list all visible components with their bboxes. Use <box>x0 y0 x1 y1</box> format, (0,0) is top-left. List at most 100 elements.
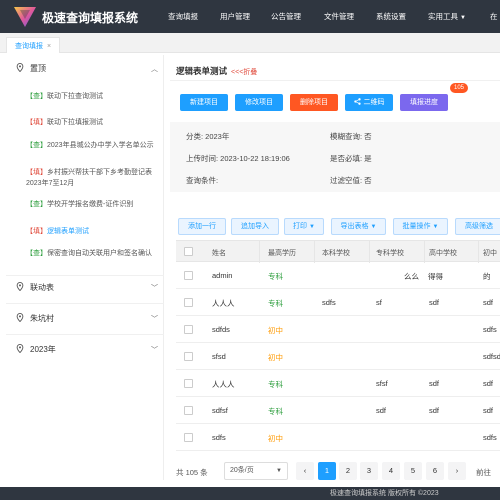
new-project-button[interactable]: 新建项目 <box>180 94 228 111</box>
cell-middleschool: sdfs <box>483 433 497 442</box>
sidebar-group-pinned[interactable]: 置顶 <box>16 63 46 74</box>
cell-undergrad: sdfs <box>322 298 336 307</box>
cell-middleschool: sdf <box>483 406 494 415</box>
column-header-degree[interactable]: 最高学历 <box>268 248 296 258</box>
print-button[interactable]: 打印 ▼ <box>284 218 324 235</box>
menu-system-settings[interactable]: 系统设置 <box>376 11 406 22</box>
menu-file-manage[interactable]: 文件管理 <box>324 11 354 22</box>
tab-label: 查询填报 <box>15 43 43 50</box>
page-button-1[interactable]: 1 <box>318 462 336 480</box>
tab-bar: 查询填报 × <box>0 33 500 53</box>
share-icon <box>353 98 361 105</box>
cell-middleschool: 的 <box>483 272 491 281</box>
column-header-undergrad[interactable]: 本科学校 <box>322 248 350 258</box>
cell-degree: 初中 <box>268 326 283 335</box>
location-pin-icon <box>16 63 24 72</box>
chevron-down-icon[interactable]: ﹀ <box>151 283 158 293</box>
select-all-checkbox[interactable] <box>184 247 193 256</box>
menu-announcement[interactable]: 公告管理 <box>271 11 301 22</box>
table-row[interactable]: sfsd 初中 sdfsd <box>176 343 500 370</box>
edit-project-button[interactable]: 修改项目 <box>235 94 283 111</box>
pagination-total: 共 105 条 <box>176 468 208 477</box>
divider <box>6 303 164 304</box>
cell-college: sfsf <box>376 379 388 388</box>
cell-highschool: sdf <box>429 406 440 415</box>
sidebar-item-linkage-query[interactable]: 【查】联动下拉查询测试 <box>26 91 158 102</box>
batch-operation-button[interactable]: 批量操作 ▼ <box>393 218 448 235</box>
column-header-name[interactable]: 姓名 <box>212 248 226 258</box>
advanced-filter-button[interactable]: 高级筛选 <box>455 218 500 235</box>
table-row[interactable]: sdfds 初中 sdfs <box>176 316 500 343</box>
cell-degree: 专科 <box>268 407 283 416</box>
row-checkbox[interactable] <box>184 433 193 442</box>
page-button-3[interactable]: 3 <box>360 462 378 480</box>
location-pin-icon <box>16 313 24 322</box>
page-size-select[interactable]: 20条/页 ▼ <box>224 462 288 480</box>
column-header-highschool[interactable]: 高中学校 <box>429 248 457 258</box>
row-checkbox[interactable] <box>184 379 193 388</box>
cell-college: sf <box>376 298 382 307</box>
table-row[interactable]: admin 专科 么么 得得 的 <box>176 262 500 289</box>
tab-query-fill[interactable]: 查询填报 × <box>6 37 61 53</box>
table-header: 姓名 最高学历 本科学校 专科学校 高中学校 初中 <box>176 240 500 263</box>
column-header-middleschool[interactable]: 初中 <box>483 248 497 258</box>
fold-link[interactable]: <<<折叠 <box>231 69 257 76</box>
chevron-down-icon: ▼ <box>276 468 282 474</box>
sidebar-group-linkage[interactable]: 联动表 <box>16 282 54 293</box>
cell-name: 人人人 <box>212 380 235 389</box>
export-table-button[interactable]: 导出表格 ▼ <box>331 218 386 235</box>
sidebar-item-logic-form[interactable]: 【填】逻辑表单测试 <box>26 226 158 237</box>
page-button-5[interactable]: 5 <box>404 462 422 480</box>
chevron-down-icon[interactable]: ﹀ <box>151 314 158 324</box>
menu-user-manage[interactable]: 用户管理 <box>220 11 250 22</box>
info-filter-empty: 过滤空值: 否 <box>330 176 372 185</box>
row-checkbox[interactable] <box>184 406 193 415</box>
add-row-button[interactable]: 添加一行 <box>178 218 226 235</box>
fill-progress-button[interactable]: 填报进度 <box>400 94 448 111</box>
append-import-button[interactable]: 追加导入 <box>231 218 279 235</box>
cell-highschool: sdf <box>429 298 440 307</box>
prev-page-button[interactable]: ‹ <box>296 462 314 480</box>
page-button-6[interactable]: 6 <box>426 462 444 480</box>
cell-middleschool: sdf <box>483 298 494 307</box>
sidebar-item-secure-query[interactable]: 【查】保密查询自动关联用户和签名确认 <box>26 248 158 259</box>
column-header-college[interactable]: 专科学校 <box>376 248 404 258</box>
menu-more[interactable]: 在 <box>490 11 498 22</box>
goto-label: 前往 <box>476 468 491 477</box>
table-row[interactable]: sdfs 初中 sdfs <box>176 424 500 451</box>
info-fuzzy: 模糊查询: 否 <box>330 132 372 141</box>
page-button-2[interactable]: 2 <box>339 462 357 480</box>
page-button-4[interactable]: 4 <box>382 462 400 480</box>
next-page-button[interactable]: › <box>448 462 466 480</box>
chevron-up-icon[interactable]: ︿ <box>151 64 158 74</box>
chevron-down-icon: ▼ <box>370 224 377 230</box>
sidebar-group-zhukeng[interactable]: 朱坑村 <box>16 313 54 324</box>
table-row[interactable]: sdfsf 专科 sdf sdf sdf <box>176 397 500 424</box>
chevron-down-icon[interactable]: ﹀ <box>151 345 158 355</box>
row-checkbox[interactable] <box>184 298 193 307</box>
chevron-down-icon: ▼ <box>460 15 466 21</box>
sidebar-item-school-list[interactable]: 【查】2023年县城公办中学入学名单公示 <box>26 140 158 151</box>
menu-tools[interactable]: 实用工具 ▼ <box>428 11 466 22</box>
menu-query-fill[interactable]: 查询填报 <box>168 11 198 22</box>
info-upload-time: 上传时间: 2023-10-22 18:19:06 <box>186 154 290 163</box>
info-category: 分类: 2023年 <box>186 132 230 141</box>
cell-middleschool: sdfsd <box>483 352 500 361</box>
table-row[interactable]: 人人人 专科 sfsf sdf sdf <box>176 370 500 397</box>
qrcode-button[interactable]: 二维码 <box>345 94 393 111</box>
close-icon[interactable]: × <box>47 43 51 50</box>
logo-icon <box>14 7 36 27</box>
sidebar-item-attendance[interactable]: 【填】乡村振兴帮扶干部下乡考勤登记表2023年7至12月 <box>26 167 158 189</box>
chevron-down-icon: ▼ <box>432 224 439 230</box>
row-checkbox[interactable] <box>184 352 193 361</box>
sidebar-group-2023[interactable]: 2023年 <box>16 344 56 355</box>
row-checkbox[interactable] <box>184 271 193 280</box>
row-checkbox[interactable] <box>184 325 193 334</box>
cell-college: 么么 <box>404 272 419 281</box>
info-required: 是否必填: 是 <box>330 154 372 163</box>
cell-college: sdf <box>376 406 387 415</box>
sidebar-item-school-fee[interactable]: 【查】学校开学报名缴费-证件识别 <box>26 199 158 210</box>
delete-project-button[interactable]: 删除项目 <box>290 94 338 111</box>
sidebar-item-linkage-fill[interactable]: 【填】联动下拉填报测试 <box>26 117 158 128</box>
table-row[interactable]: 人人人 专科 sdfs sf sdf sdf <box>176 289 500 316</box>
